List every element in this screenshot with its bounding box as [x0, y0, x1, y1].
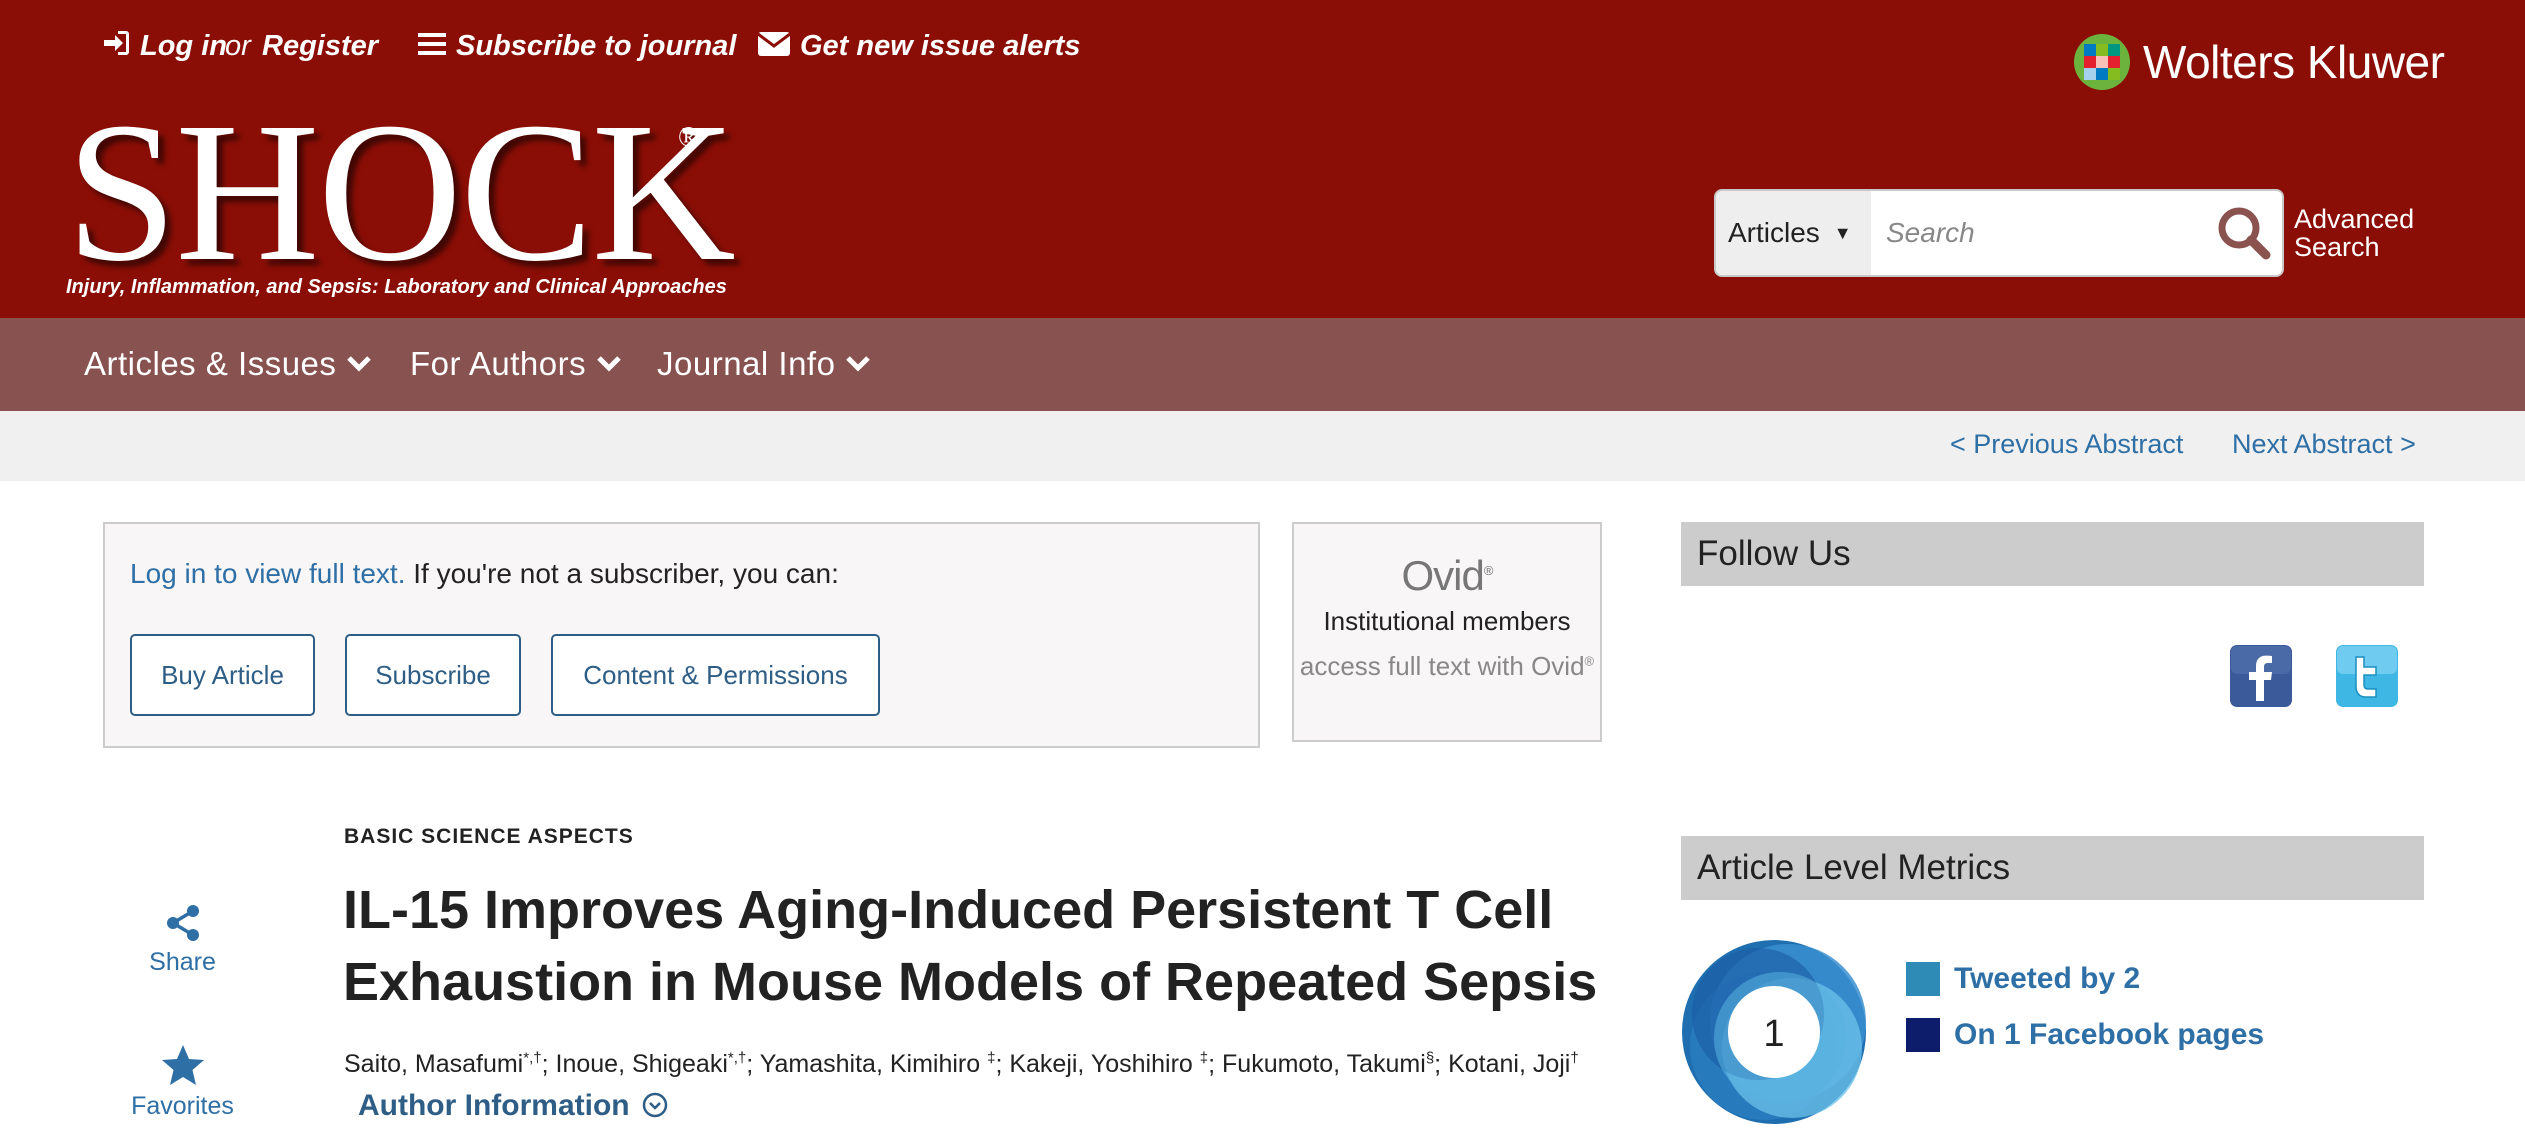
search-icon[interactable]: [2214, 203, 2274, 263]
share-label: Share: [149, 948, 216, 976]
subscribe-button[interactable]: Subscribe: [345, 634, 521, 716]
star-icon: [161, 1045, 204, 1085]
article-metrics-heading: Article Level Metrics: [1681, 836, 2424, 900]
search-scope-select[interactable]: Articles ▼: [1716, 191, 1871, 275]
twitter-swatch-icon: [1906, 962, 1940, 996]
author-link[interactable]: Saito, Masafumi*,†: [344, 1050, 542, 1078]
login-icon: [102, 30, 130, 63]
metric-facebook[interactable]: On 1 Facebook pages: [1906, 1018, 2264, 1052]
wolters-kluwer-mark-icon: [2074, 34, 2130, 90]
issue-alerts-link[interactable]: Get new issue alerts: [757, 30, 1081, 63]
chevron-circle-down-icon: [642, 1093, 668, 1118]
publisher-name: Wolters Kluwer: [2143, 36, 2445, 88]
next-abstract-link[interactable]: Next Abstract >: [2232, 429, 2416, 460]
favorites-label: Favorites: [131, 1092, 234, 1120]
nav-label: For Authors: [410, 345, 587, 382]
journal-tagline: Injury, Inflammation, and Sepsis: Labora…: [66, 276, 727, 298]
site-header: Log in or Register Subscribe to journal …: [0, 0, 2525, 318]
or-separator: or: [225, 30, 251, 62]
article-title: IL-15 Improves Aging-Induced Persistent …: [343, 880, 1598, 1012]
envelope-icon: [757, 31, 791, 63]
favorites-button[interactable]: Favorites: [110, 1044, 255, 1121]
previous-abstract-link[interactable]: < Previous Abstract: [1950, 429, 2183, 460]
ovid-logo: Ovid®: [1401, 552, 1494, 599]
follow-us-heading: Follow Us: [1681, 522, 2424, 586]
metric-tweets[interactable]: Tweeted by 2: [1906, 962, 2140, 996]
share-button[interactable]: Share: [110, 904, 255, 977]
login-full-text-link[interactable]: Log in to view full text.: [130, 558, 405, 589]
ovid-full-text-link[interactable]: access full text with Ovid®: [1300, 651, 1594, 681]
access-message: Log in to view full text. If you're not …: [130, 558, 839, 590]
author-link[interactable]: Inoue, Shigeaki*,†: [556, 1050, 747, 1078]
metric-label: On 1 Facebook pages: [1954, 1018, 2265, 1051]
wolters-kluwer-logo[interactable]: Wolters Kluwer: [2073, 32, 2445, 92]
journal-logo[interactable]: SHOCK: [66, 93, 736, 293]
ovid-access-box: Ovid® Institutional members access full …: [1292, 522, 1602, 742]
subscribe-journal-link[interactable]: Subscribe to journal: [418, 30, 736, 63]
author-link[interactable]: Kakeji, Yoshihiro ‡: [1009, 1050, 1208, 1078]
search-input[interactable]: [1874, 191, 2214, 275]
chevron-down-icon: [597, 356, 621, 372]
altmetric-score: 1: [1763, 1013, 1784, 1055]
twitter-icon[interactable]: [2336, 645, 2398, 707]
subscribe-journal-label: Subscribe to journal: [456, 30, 737, 62]
author-link[interactable]: Fukumoto, Takumi§: [1222, 1050, 1434, 1078]
access-options-box: Log in to view full text. If you're not …: [103, 522, 1260, 748]
ovid-text: Institutional members access full text w…: [1294, 602, 1600, 686]
share-icon: [166, 905, 199, 941]
facebook-swatch-icon: [1906, 1018, 1940, 1052]
list-icon: [418, 31, 446, 63]
logo-registered-mark: ®: [678, 122, 700, 153]
author-link[interactable]: Kotani, Joji†: [1448, 1050, 1579, 1078]
login-label: Log in: [140, 30, 227, 62]
nav-label: Articles & Issues: [84, 345, 337, 382]
access-message-text: If you're not a subscriber, you can:: [405, 558, 839, 589]
nav-label: Journal Info: [657, 345, 836, 382]
ovid-institutional-text: Institutional members: [1323, 606, 1571, 636]
buy-article-button[interactable]: Buy Article: [130, 634, 315, 716]
metric-label: Tweeted by 2: [1954, 962, 2141, 995]
altmetric-badge-icon[interactable]: 1: [1680, 938, 1868, 1126]
nav-for-authors[interactable]: For Authors: [410, 345, 622, 383]
abstract-pager: < Previous Abstract Next Abstract >: [0, 411, 2525, 481]
nav-articles-issues[interactable]: Articles & Issues: [84, 345, 372, 383]
caret-down-icon: ▼: [1833, 222, 1852, 243]
facebook-icon[interactable]: [2230, 645, 2292, 707]
advanced-search-link[interactable]: Advanced Search: [2294, 205, 2434, 261]
issue-alerts-label: Get new issue alerts: [800, 30, 1081, 62]
author-link[interactable]: Yamashita, Kimihiro ‡: [760, 1050, 996, 1078]
search-scope-value: Articles: [1728, 217, 1820, 248]
login-link[interactable]: Log in: [102, 30, 227, 63]
article-category: BASIC SCIENCE ASPECTS: [344, 825, 634, 848]
author-list: Saito, Masafumi*,†; Inoue, Shigeaki*,†; …: [344, 1050, 1579, 1123]
author-information-toggle[interactable]: Author Information: [358, 1089, 668, 1122]
chevron-down-icon: [846, 356, 871, 372]
chevron-down-icon: [347, 356, 372, 372]
content-permissions-button[interactable]: Content & Permissions: [551, 634, 880, 716]
register-link[interactable]: Register: [262, 30, 378, 63]
main-nav: Articles & Issues For Authors Journal In…: [0, 318, 2525, 411]
nav-journal-info[interactable]: Journal Info: [657, 345, 871, 383]
search-bar: Articles ▼: [1714, 189, 2284, 277]
